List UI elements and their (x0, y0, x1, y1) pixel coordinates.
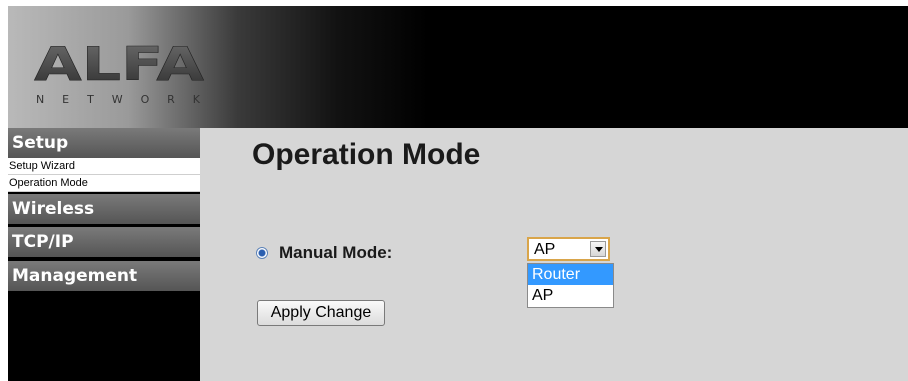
sidebar: Setup Setup Wizard Operation Mode Wirele… (8, 128, 200, 381)
sidebar-section-management[interactable]: Management (8, 261, 200, 291)
svg-text:ALFA: ALFA (34, 42, 205, 91)
header-banner: ALFA NETWORK (8, 6, 908, 128)
page-frame: ALFA NETWORK Setup Setup Wizard Operatio… (8, 6, 908, 381)
manual-mode-radio[interactable] (256, 247, 268, 259)
sidebar-section-setup[interactable]: Setup (8, 128, 200, 158)
sidebar-item-operation-mode[interactable]: Operation Mode (8, 175, 200, 192)
mode-dropdown-list: Router AP (527, 263, 614, 308)
page-title: Operation Mode (252, 138, 481, 171)
chevron-down-icon[interactable] (590, 241, 606, 257)
main-content: Operation Mode Manual Mode: AP Router AP… (200, 128, 908, 381)
apply-change-button[interactable]: Apply Change (257, 300, 385, 326)
svg-text:NETWORK: NETWORK (36, 93, 201, 106)
sidebar-section-tcpip[interactable]: TCP/IP (8, 227, 200, 257)
dropdown-option-ap[interactable]: AP (528, 285, 613, 306)
mode-select[interactable]: AP (527, 237, 610, 261)
mode-select-value: AP (534, 241, 556, 258)
dropdown-option-router[interactable]: Router (528, 264, 613, 285)
sidebar-section-wireless[interactable]: Wireless (8, 194, 200, 224)
alfa-network-logo: ALFA NETWORK (34, 42, 205, 106)
sidebar-item-setup-wizard[interactable]: Setup Wizard (8, 158, 200, 175)
manual-mode-label: Manual Mode: (279, 243, 393, 262)
